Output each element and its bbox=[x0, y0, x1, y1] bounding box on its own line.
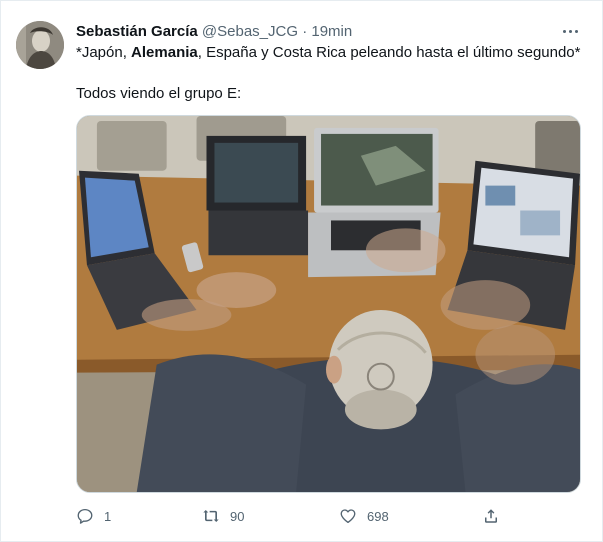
avatar[interactable] bbox=[16, 21, 64, 69]
tweet-card[interactable]: Sebastián García @Sebas_JCG · 19min *Jap… bbox=[0, 0, 603, 542]
retweet-button[interactable]: 90 bbox=[202, 506, 244, 526]
text-part-bold: Alemania bbox=[131, 44, 198, 61]
tweet-text-line-1: *Japón, Alemania, España y Costa Rica pe… bbox=[76, 43, 591, 63]
tweet-text: *Japón, Alemania, España y Costa Rica pe… bbox=[76, 43, 591, 104]
like-count: 698 bbox=[367, 508, 389, 524]
tweet-actions: 1 90 698 bbox=[76, 506, 506, 526]
share-icon bbox=[482, 507, 500, 525]
reply-count: 1 bbox=[104, 508, 112, 524]
separator-dot: · bbox=[302, 23, 308, 40]
display-name[interactable]: Sebastián García bbox=[76, 23, 198, 40]
timestamp[interactable]: 19min bbox=[311, 23, 352, 40]
retweet-count: 90 bbox=[230, 508, 245, 524]
reply-button[interactable]: 1 bbox=[76, 506, 111, 526]
text-part: *Japón, bbox=[76, 44, 132, 61]
retweet-icon bbox=[202, 507, 220, 525]
text-part: , España y Costa Rica peleando hasta el … bbox=[197, 44, 581, 61]
user-handle[interactable]: @Sebas_JCG bbox=[202, 23, 298, 40]
heart-icon bbox=[339, 507, 357, 525]
share-button[interactable] bbox=[482, 506, 500, 526]
more-options-icon[interactable] bbox=[560, 23, 580, 39]
reply-icon bbox=[76, 507, 94, 525]
tweet-header: Sebastián García @Sebas_JCG · 19min bbox=[76, 22, 352, 42]
like-button[interactable]: 698 bbox=[339, 506, 389, 526]
tweet-text-line-2: Todos viendo el grupo E: bbox=[76, 85, 242, 102]
tweet-media-image[interactable] bbox=[76, 115, 581, 493]
